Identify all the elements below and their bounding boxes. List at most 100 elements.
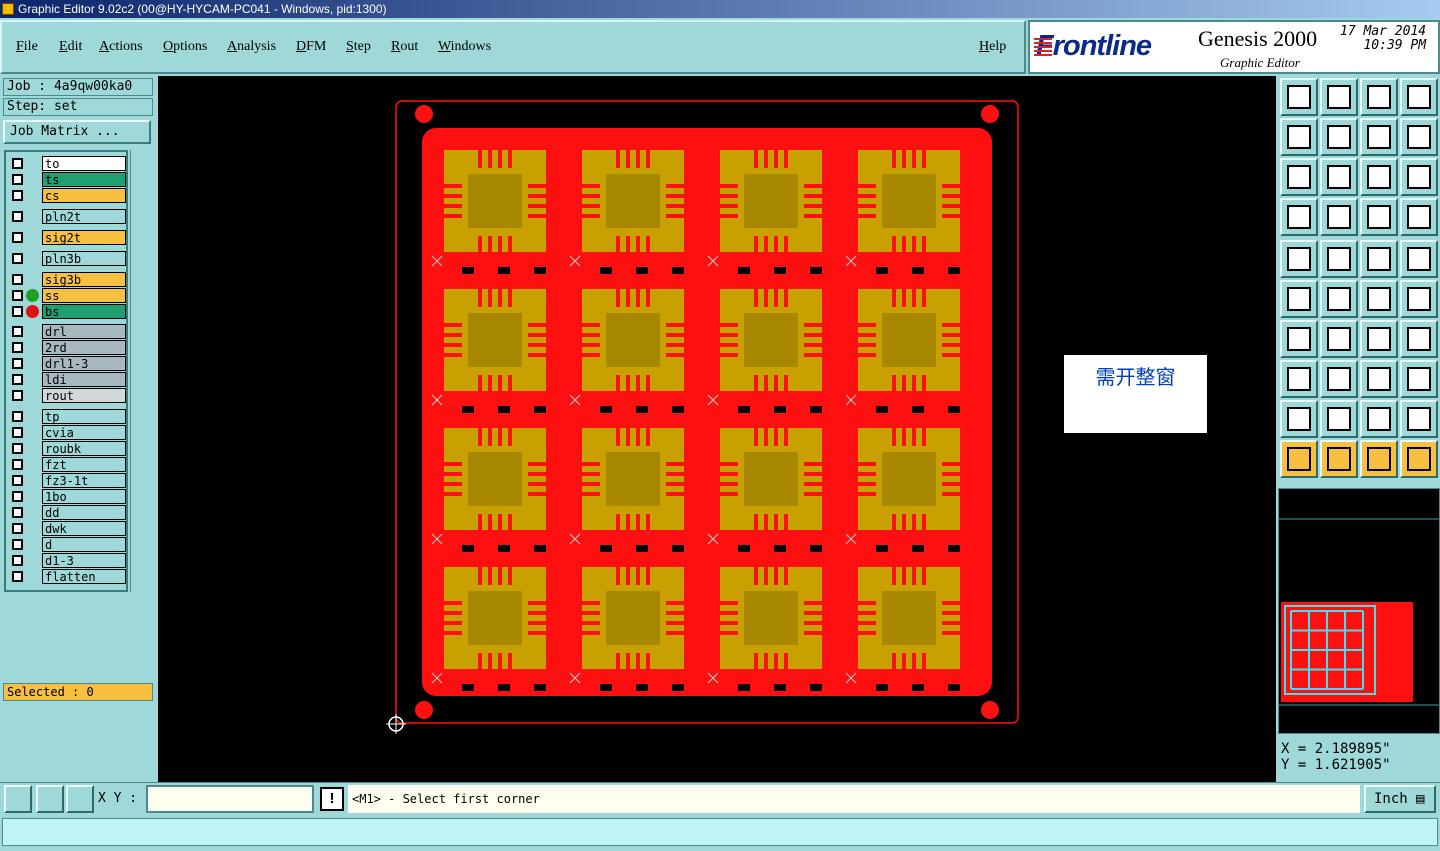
grid-button[interactable]: [66, 785, 94, 813]
layer-row-drl1-3[interactable]: drl1-3: [8, 356, 126, 371]
layer-row-pln3b[interactable]: pln3b: [8, 251, 126, 266]
layer-row-flatten[interactable]: flatten: [8, 569, 126, 584]
tool-button-redo[interactable]: [1400, 118, 1438, 156]
layer-row-bs[interactable]: bs: [8, 304, 126, 319]
layer-row-ldi[interactable]: ldi: [8, 372, 126, 387]
tool-button-zoom-center[interactable]: [1320, 158, 1358, 196]
snap-button[interactable]: [36, 785, 64, 813]
layer-checkbox[interactable]: [12, 459, 23, 470]
tool-button-point[interactable]: [1360, 280, 1398, 318]
layer-row-sig3b[interactable]: sig3b: [8, 272, 126, 287]
tool-button-paste[interactable]: [1320, 78, 1358, 116]
tool-button-move[interactable]: [1280, 360, 1318, 398]
tool-button-undo[interactable]: [1360, 118, 1398, 156]
tool-button-grid[interactable]: [1320, 198, 1358, 236]
menu-step[interactable]: Step: [346, 39, 371, 55]
layer-checkbox[interactable]: [12, 523, 23, 534]
layer-row-1bo[interactable]: 1bo: [8, 489, 126, 504]
tool-button-triangle-alt[interactable]: [1320, 400, 1358, 438]
menu-windows[interactable]: Windows: [438, 39, 491, 55]
tool-button-point-alt[interactable]: [1400, 280, 1438, 318]
layer-list-scrollbar[interactable]: [130, 150, 154, 592]
tool-button-select[interactable]: [1320, 440, 1358, 478]
layer-row-tp[interactable]: tp: [8, 409, 126, 424]
tool-button-pad[interactable]: [1400, 240, 1438, 278]
layer-row-roubk[interactable]: roubk: [8, 441, 126, 456]
tool-button-step-out[interactable]: [1320, 118, 1358, 156]
layer-checkbox[interactable]: [12, 306, 23, 317]
layer-row-fz3-1t[interactable]: fz3-1t: [8, 473, 126, 488]
layer-row-pln2t[interactable]: pln2t: [8, 209, 126, 224]
tool-button-ruler[interactable]: [1360, 240, 1398, 278]
layer-checkbox[interactable]: [12, 475, 23, 486]
tool-button-connect[interactable]: [1280, 280, 1318, 318]
layer-row-dd[interactable]: dd: [8, 505, 126, 520]
tool-button-snap-line[interactable]: [1400, 198, 1438, 236]
layer-checkbox[interactable]: [12, 253, 23, 264]
zoom-area-button[interactable]: [4, 785, 32, 813]
tool-button-copy[interactable]: [1280, 78, 1318, 116]
tool-button-home[interactable]: [1360, 78, 1398, 116]
layer-checkbox[interactable]: [12, 342, 23, 353]
layer-row-ts[interactable]: ts: [8, 172, 126, 187]
layer-row-drl[interactable]: drl: [8, 324, 126, 339]
layer-row-cs[interactable]: cs: [8, 188, 126, 203]
tool-button-group[interactable]: [1400, 360, 1438, 398]
tool-button-pointer[interactable]: [1280, 440, 1318, 478]
tool-button-triangle-cross[interactable]: [1400, 400, 1438, 438]
tool-button-window[interactable]: [1400, 78, 1438, 116]
tool-button-zoom-fit[interactable]: [1280, 158, 1318, 196]
layer-row-ss[interactable]: ss: [8, 288, 126, 303]
tool-button-snap-pad[interactable]: [1360, 198, 1398, 236]
menu-rout[interactable]: Rout: [391, 39, 418, 55]
layer-checkbox[interactable]: [12, 427, 23, 438]
menu-help[interactable]: Help: [979, 39, 1006, 55]
layer-checkbox[interactable]: [12, 158, 23, 169]
unit-selector[interactable]: Inch ▤: [1364, 785, 1436, 813]
menu-edit[interactable]: Edit: [59, 39, 82, 55]
menu-actions[interactable]: Actions: [99, 39, 143, 55]
tool-button-resize[interactable]: [1360, 360, 1398, 398]
tool-button-settings[interactable]: [1280, 198, 1318, 236]
layer-row-d1-3[interactable]: d1-3: [8, 553, 126, 568]
tool-button-route[interactable]: [1400, 440, 1438, 478]
xy-input[interactable]: [146, 785, 314, 813]
tool-button-help[interactable]: [1400, 158, 1438, 196]
tool-button-scale[interactable]: [1360, 158, 1398, 196]
layer-checkbox[interactable]: [12, 491, 23, 502]
layer-checkbox[interactable]: [12, 174, 23, 185]
graphics-canvas[interactable]: 需开整窗: [158, 76, 1276, 782]
layer-checkbox[interactable]: [12, 390, 23, 401]
tool-button-line[interactable]: [1320, 320, 1358, 358]
layer-row-rout[interactable]: rout: [8, 388, 126, 403]
layer-row-cvia[interactable]: cvia: [8, 425, 126, 440]
overview-window[interactable]: [1278, 488, 1440, 734]
layer-row-d[interactable]: d: [8, 537, 126, 552]
tool-button-angle[interactable]: [1280, 320, 1318, 358]
layer-checkbox[interactable]: [12, 326, 23, 337]
layer-checkbox[interactable]: [12, 358, 23, 369]
layer-checkbox[interactable]: [12, 443, 23, 454]
layer-row-2rd[interactable]: 2rd: [8, 340, 126, 355]
layer-checkbox[interactable]: [12, 274, 23, 285]
tool-button-cross[interactable]: [1320, 280, 1358, 318]
layer-checkbox[interactable]: [12, 539, 23, 550]
tool-button-measure[interactable]: [1280, 240, 1318, 278]
layer-row-to[interactable]: to: [8, 156, 126, 171]
alert-button[interactable]: !: [320, 787, 344, 811]
menu-dfm[interactable]: DFM: [296, 39, 326, 55]
layer-checkbox[interactable]: [12, 211, 23, 222]
layer-checkbox[interactable]: [12, 571, 23, 582]
menu-analysis[interactable]: Analysis: [227, 39, 276, 55]
tool-button-edit-shape[interactable]: [1320, 240, 1358, 278]
tool-button-arc[interactable]: [1360, 320, 1398, 358]
layer-row-sig2t[interactable]: sig2t: [8, 230, 126, 245]
tool-button-select-alt[interactable]: [1360, 440, 1398, 478]
tool-button-step-in[interactable]: [1280, 118, 1318, 156]
menu-options[interactable]: Options: [163, 39, 207, 55]
tool-button-triangle[interactable]: [1280, 400, 1318, 438]
layer-checkbox[interactable]: [12, 232, 23, 243]
layer-checkbox[interactable]: [12, 290, 23, 301]
job-matrix-button[interactable]: Job Matrix ...: [3, 120, 151, 144]
tool-button-triangle-box[interactable]: [1360, 400, 1398, 438]
